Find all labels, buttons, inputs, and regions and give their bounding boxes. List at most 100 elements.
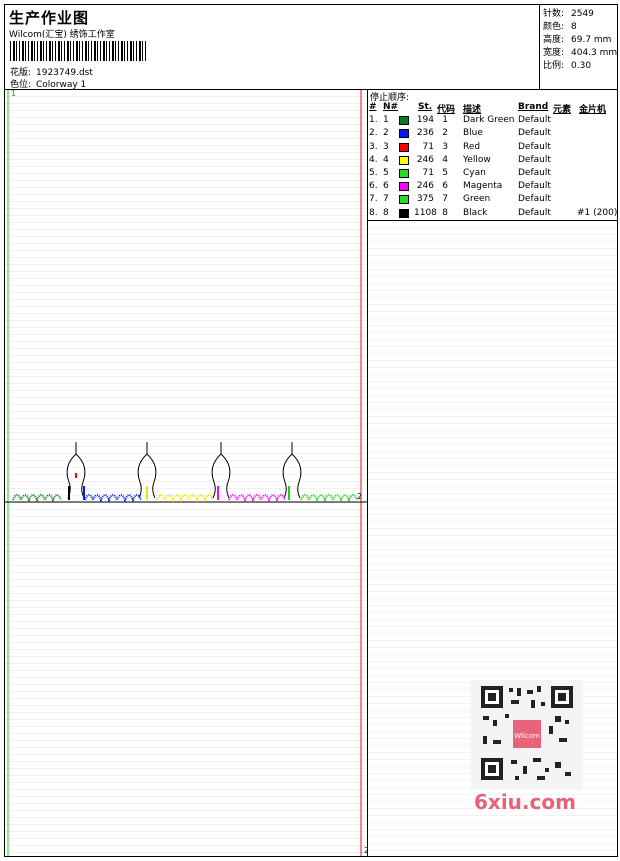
col-stitches: St.: [418, 102, 433, 112]
design-stats: 针数: 2549 颜色: 8 高度: 69.7 mm 宽度: 404.3 mm 比例: 0…: [539, 4, 618, 89]
cell-st: 194: [416, 115, 434, 126]
cell-code: 3: [442, 141, 448, 152]
stat-width-value: 404.3 mm: [571, 48, 618, 58]
stop-sequence-table: 停止顺序: # N# St. 代码 描述 Brand 元素 金片机 1. 1 194…: [368, 90, 617, 220]
stat-scale-value: 0.30: [571, 61, 592, 71]
col-brand: Brand: [518, 102, 549, 112]
cell-n: 1: [383, 115, 389, 126]
stat-width-label: 宽度:: [543, 48, 565, 58]
color-swatch: [399, 168, 409, 178]
cell-brand: Default: [518, 194, 551, 205]
stop-rows: 1. 1 194 1 Dark Green Default 2. 2 236 2 Blue Defau…: [368, 115, 617, 221]
color-swatch: [399, 195, 409, 205]
cell-hash: 3.: [369, 141, 378, 152]
stat-colors: 颜色: 8: [543, 19, 577, 32]
color-swatch: [399, 129, 409, 139]
end-marker: 2: [357, 492, 363, 501]
design-canvas: 1 2 2: [5, 89, 369, 856]
color-swatch: [399, 142, 409, 152]
stat-colors-label: 颜色:: [543, 22, 565, 32]
table-row: 6. 6 246 6 Magenta Default: [368, 181, 617, 194]
cell-hash: 5.: [369, 167, 378, 178]
stat-stitches-label: 针数:: [543, 9, 565, 19]
watermark-text: 6xiu.com: [474, 790, 576, 814]
cell-code: 7: [442, 194, 448, 205]
table-row: 5. 5 71 5 Cyan Default: [368, 168, 617, 181]
cell-n: 5: [383, 167, 389, 178]
col-n: N#: [383, 102, 399, 112]
color-swatch: [399, 116, 409, 126]
cell-code: 8: [442, 207, 448, 218]
cell-n: 6: [383, 181, 389, 192]
stat-height-value: 69.7 mm: [571, 35, 612, 45]
color-swatch: [399, 182, 409, 192]
cell-code: 4: [442, 154, 448, 165]
cell-hash: 6.: [369, 181, 378, 192]
col-sequin: 金片机: [579, 105, 607, 115]
cell-hash: 4.: [369, 154, 378, 165]
design-preview: [5, 90, 367, 856]
cell-n: 2: [383, 128, 389, 139]
cell-brand: Default: [518, 207, 551, 218]
cell-code: 1: [442, 115, 448, 126]
qr-code: Wilcom: [471, 680, 583, 790]
cell-st: 71: [422, 167, 434, 178]
cell-n: 3: [383, 141, 389, 152]
cell-desc: Cyan: [463, 167, 486, 178]
stat-height: 高度: 69.7 mm: [543, 32, 611, 45]
cell-brand: Default: [518, 167, 551, 178]
cell-st: 71: [422, 141, 434, 152]
cell-n: 4: [383, 154, 389, 165]
color-swatch: [399, 155, 409, 165]
cell-hash: 1.: [369, 115, 378, 126]
color-swatch: [399, 208, 409, 218]
table-row: 3. 3 71 3 Red Default: [368, 142, 617, 155]
cell-st: 246: [416, 181, 434, 192]
col-desc: 描述: [463, 105, 482, 115]
cell-desc: Blue: [463, 128, 483, 139]
cell-sequin: #1 (200): [577, 207, 618, 218]
stat-height-label: 高度:: [543, 35, 565, 45]
table-row: 4. 4 246 4 Yellow Default: [368, 155, 617, 168]
cell-code: 2: [442, 128, 448, 139]
table-row: 7. 7 375 7 Green Default: [368, 194, 617, 207]
stat-width: 宽度: 404.3 mm: [543, 45, 617, 58]
company-name: Wilcom(汇宝) 绣饰工作室: [9, 30, 115, 40]
cell-brand: Default: [518, 181, 551, 192]
cell-desc: Yellow: [463, 154, 491, 165]
cell-hash: 2.: [369, 128, 378, 139]
stat-stitches-value: 2549: [571, 9, 594, 19]
table-row: 2. 2 236 2 Blue Default: [368, 128, 617, 141]
cell-desc: Green: [463, 194, 491, 205]
stat-scale: 比例: 0.30: [543, 58, 591, 71]
cell-desc: Dark Green: [463, 115, 515, 126]
stop-table: # N# St. 代码 描述 Brand 元素 金片机 1. 1 194 1 Dark …: [368, 102, 617, 221]
table-header-row: # N# St. 代码 描述 Brand 元素 金片机: [368, 102, 617, 115]
header: 生产作业图 Wilcom(汇宝) 绣饰工作室 花版: 1923749.dst 色位…: [4, 4, 539, 90]
cell-st: 246: [416, 154, 434, 165]
page-title: 生产作业图: [9, 9, 90, 27]
cell-hash: 7.: [369, 194, 378, 205]
barcode: [10, 41, 146, 61]
cell-st: 375: [416, 194, 434, 205]
col-element: 元素: [553, 105, 572, 115]
cell-code: 6: [442, 181, 448, 192]
cell-st: 1108: [414, 207, 437, 218]
stat-scale-label: 比例:: [543, 61, 565, 71]
cell-desc: Black: [463, 207, 488, 218]
table-row: 8. 8 1108 8 Black Default #1 (200): [368, 208, 617, 221]
col-hash: #: [369, 102, 377, 112]
cell-desc: Magenta: [463, 181, 503, 192]
cell-n: 7: [383, 194, 389, 205]
stat-colors-value: 8: [571, 22, 577, 32]
cell-brand: Default: [518, 115, 551, 126]
cell-code: 5: [442, 167, 448, 178]
start-marker: 1: [11, 89, 17, 98]
cell-desc: Red: [463, 141, 481, 152]
cell-brand: Default: [518, 128, 551, 139]
col-code: 代码: [437, 105, 456, 115]
stat-stitches: 针数: 2549: [543, 6, 594, 19]
cell-hash: 8.: [369, 207, 378, 218]
cell-st: 236: [416, 128, 434, 139]
cell-n: 8: [383, 207, 389, 218]
